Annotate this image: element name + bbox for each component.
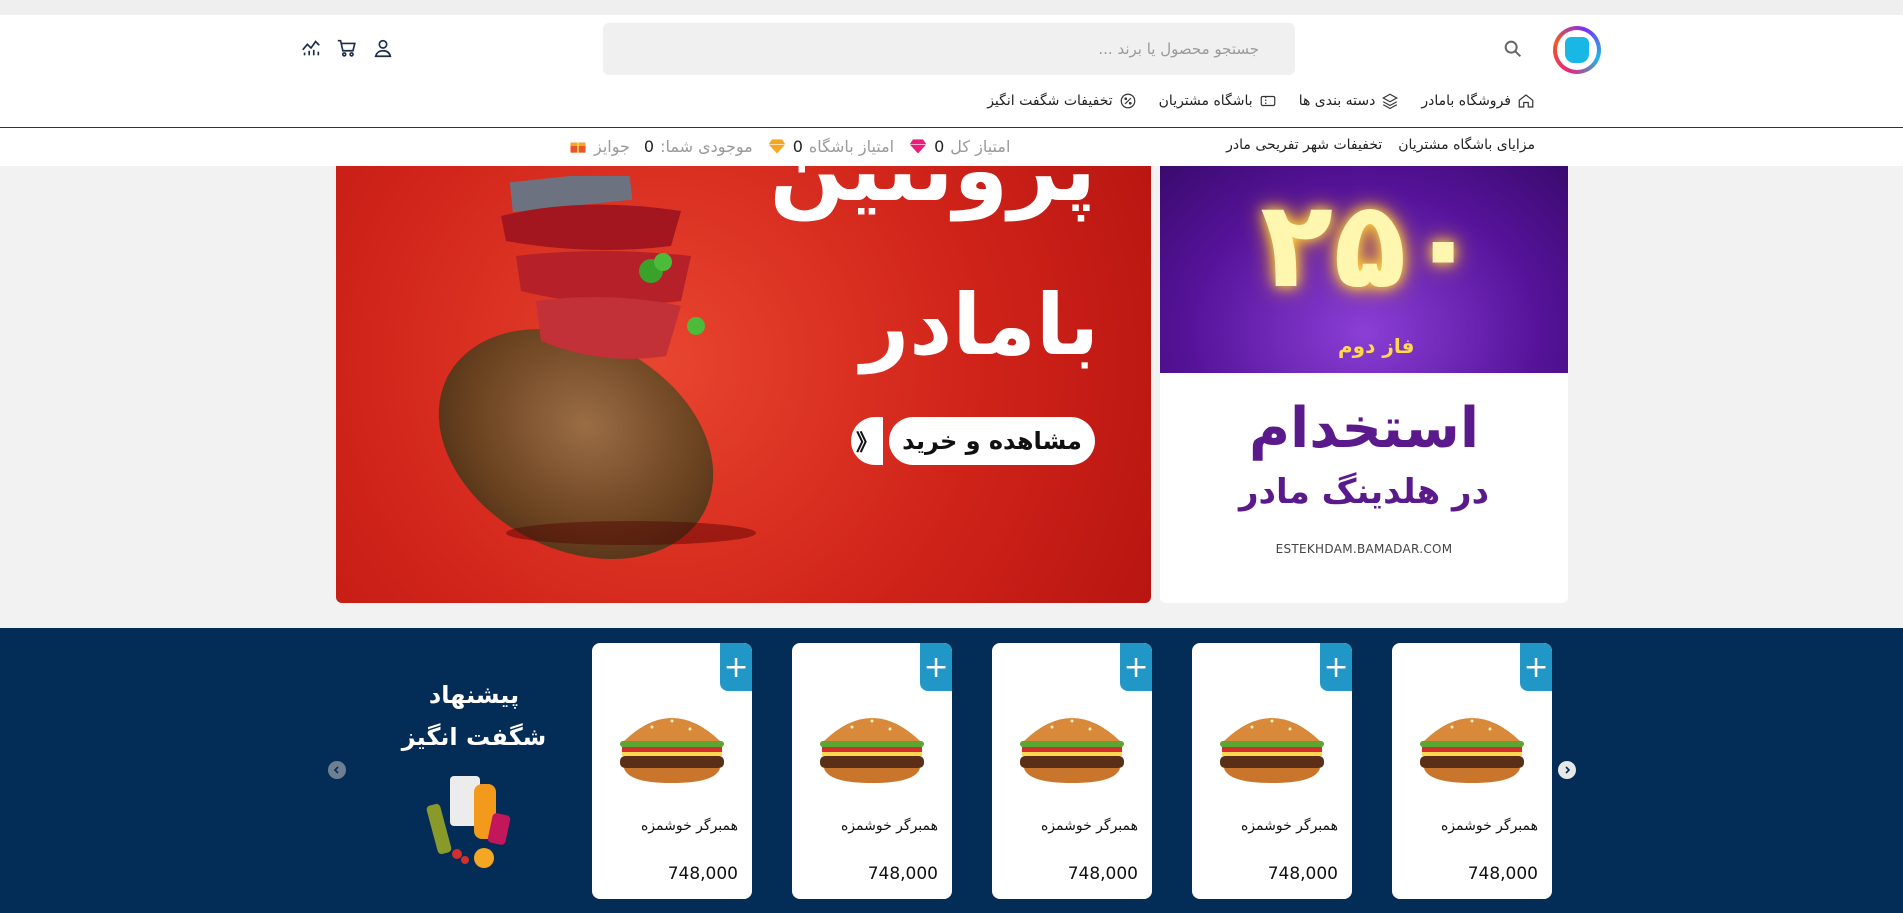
nav-item-discounts[interactable]: تخفیفات شگفت انگیز (987, 92, 1136, 110)
product-card[interactable]: + همبرگر خوشمزه 748,000 (1192, 643, 1352, 899)
product-card[interactable]: + همبرگر خوشمزه 748,000 (1392, 643, 1552, 899)
product-name: همبرگر خوشمزه (1440, 818, 1538, 834)
add-to-cart-button[interactable]: + (1120, 643, 1152, 691)
discount-badge-icon (1120, 93, 1135, 109)
phase-label: فاز دوم (1338, 334, 1415, 358)
club-links: مزایای باشگاه مشتریان تخفیفات شهر تفریحی… (1226, 137, 1535, 153)
main-nav: فروشگاه بامادر دسته بندی ها باشگاه مشتری… (987, 92, 1535, 110)
banner-headline-1: پروتئین (769, 166, 1096, 221)
nav-item-store[interactable]: فروشگاه بامادر (1421, 92, 1535, 110)
total-points-label: امتیاز کل (950, 136, 1011, 156)
deals-title-line-2: شگفت انگیز (401, 723, 547, 751)
layers-icon (1382, 93, 1399, 110)
burger-image (1220, 718, 1324, 783)
cart-icon[interactable] (336, 37, 358, 59)
product-price: 748,000 (667, 864, 738, 884)
deals-title: پیشنهاد شگفت انگیز (394, 674, 554, 758)
search-icon[interactable] (1502, 38, 1524, 60)
burger-image (1420, 718, 1524, 783)
big-number: ۲۵۰ (1260, 176, 1480, 315)
header-actions (300, 37, 394, 59)
nav-item-club[interactable]: باشگاه مشتریان (1159, 92, 1277, 110)
total-points-value: 0 (934, 136, 945, 156)
product-name: همبرگر خوشمزه (840, 818, 938, 834)
site-header: فروشگاه بامادر دسته بندی ها باشگاه مشتری… (0, 15, 1903, 128)
product-card[interactable]: + همبرگر خوشمزه 748,000 (792, 643, 952, 899)
carousel-prev-button[interactable] (328, 761, 346, 779)
rewards[interactable]: جوایز (568, 136, 630, 156)
balance-label: موجودی شما: (660, 136, 753, 156)
nav-item-categories[interactable]: دسته بندی ها (1299, 92, 1400, 110)
burger-image (820, 718, 924, 783)
logo[interactable] (1553, 26, 1601, 74)
fun-city-discounts-link[interactable]: تخفیفات شهر تفریحی مادر (1226, 137, 1382, 153)
add-to-cart-button[interactable]: + (920, 643, 952, 691)
stats-icon[interactable] (300, 37, 322, 59)
search-input[interactable] (603, 23, 1295, 75)
club-benefits-link[interactable]: مزایای باشگاه مشتریان (1398, 137, 1535, 153)
gift-icon (570, 142, 586, 153)
balance-value: 0 (643, 136, 655, 156)
chevron-right-icon (1565, 766, 1571, 774)
hire-subtitle: در هلدینگ مادر (1238, 472, 1490, 512)
ticket-icon (1260, 95, 1276, 107)
product-price: 748,000 (1467, 864, 1538, 884)
amazing-deals-section: پیشنهاد شگفت انگیز + همبرگر خوشمزه 748,000… (0, 628, 1903, 913)
banner-headline-2: بامادر (860, 276, 1099, 374)
product-price: 748,000 (1067, 864, 1138, 884)
add-to-cart-button[interactable]: + (720, 643, 752, 691)
product-name: همبرگر خوشمزه (1040, 818, 1138, 834)
club-points-label: امتیاز باشگاه (808, 136, 895, 156)
product-card[interactable]: + همبرگر خوشمزه 748,000 (992, 643, 1152, 899)
add-to-cart-button[interactable]: + (1520, 643, 1552, 691)
promo-banner-hiring[interactable]: ۲۵۰ فاز دوم استخدام در هلدینگ مادر ESTEK… (1160, 166, 1568, 603)
top-strip (0, 0, 1903, 15)
balance: موجودی شما: 0 (644, 137, 753, 156)
chevron-left-icon (333, 766, 339, 774)
home-icon (1518, 94, 1534, 108)
add-to-cart-button[interactable]: + (1320, 643, 1352, 691)
double-chevron-icon[interactable]: 《 (851, 417, 883, 465)
carousel-next-button[interactable] (1558, 761, 1576, 779)
user-icon[interactable] (372, 37, 394, 59)
nav-item-label: دسته بندی ها (1298, 93, 1376, 109)
meat-image (501, 176, 705, 359)
burger-image (620, 718, 724, 783)
nav-item-label: باشگاه مشتریان (1158, 93, 1253, 109)
pink-gem-icon (909, 139, 927, 154)
hire-url: ESTEKHDAM.BAMADAR.COM (1275, 542, 1453, 556)
burger-image (1020, 718, 1124, 783)
product-card[interactable]: + همبرگر خوشمزه 748,000 (592, 643, 752, 899)
rewards-label: جوایز (594, 136, 630, 156)
groceries-image (426, 776, 511, 868)
nav-item-label: تخفیفات شگفت انگیز (987, 93, 1113, 109)
club-points: امتیاز باشگاه 0 (767, 136, 894, 156)
nav-item-label: فروشگاه بامادر (1421, 93, 1511, 109)
product-name: همبرگر خوشمزه (1240, 818, 1338, 834)
product-price: 748,000 (867, 864, 938, 884)
total-points: امتیاز کل 0 (908, 136, 1010, 156)
board-shadow (506, 521, 756, 545)
hire-title: استخدام (1248, 396, 1480, 461)
product-name: همبرگر خوشمزه (640, 818, 738, 834)
purple-panel: ۲۵۰ فاز دوم (1160, 166, 1568, 373)
view-and-buy-button[interactable]: مشاهده و خرید (889, 417, 1095, 465)
deals-title-line-1: پیشنهاد (428, 681, 520, 709)
club-points-value: 0 (792, 136, 803, 156)
club-subbar: مزایای باشگاه مشتریان تخفیفات شهر تفریحی… (0, 128, 1903, 166)
promo-banner-protein[interactable]: پروتئین بامادر مشاهده و خرید 《 (336, 166, 1151, 603)
orange-gem-icon (768, 139, 786, 154)
product-price: 748,000 (1267, 864, 1338, 884)
user-stats: امتیاز کل 0 امتیاز باشگاه 0 موجودی شما: … (568, 136, 1010, 156)
